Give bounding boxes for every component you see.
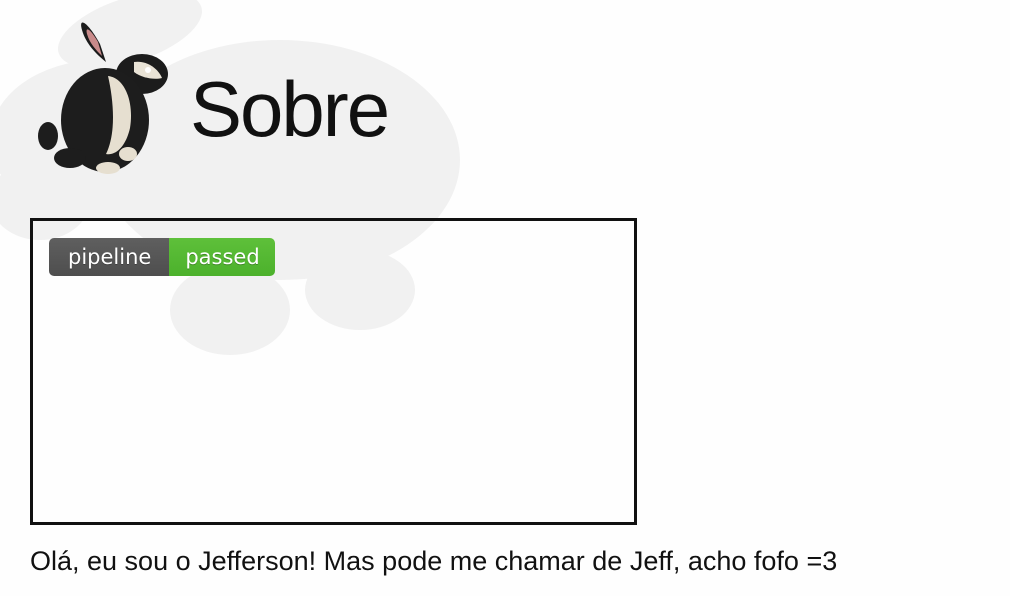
bunny-icon — [38, 22, 168, 174]
embedded-frame: pipeline passed — [30, 218, 637, 525]
badge-label: pipeline — [49, 238, 170, 276]
page-title: Sobre — [190, 65, 390, 153]
page-header: Sobre — [30, 18, 530, 178]
pipeline-status-badge[interactable]: pipeline passed — [49, 238, 275, 276]
badge-status: passed — [169, 238, 275, 276]
page: Sobre pipeline passed Olá, eu sou o Jeff… — [0, 0, 1010, 596]
about-paragraph: Olá, eu sou o Jefferson! Mas pode me cha… — [30, 546, 838, 576]
